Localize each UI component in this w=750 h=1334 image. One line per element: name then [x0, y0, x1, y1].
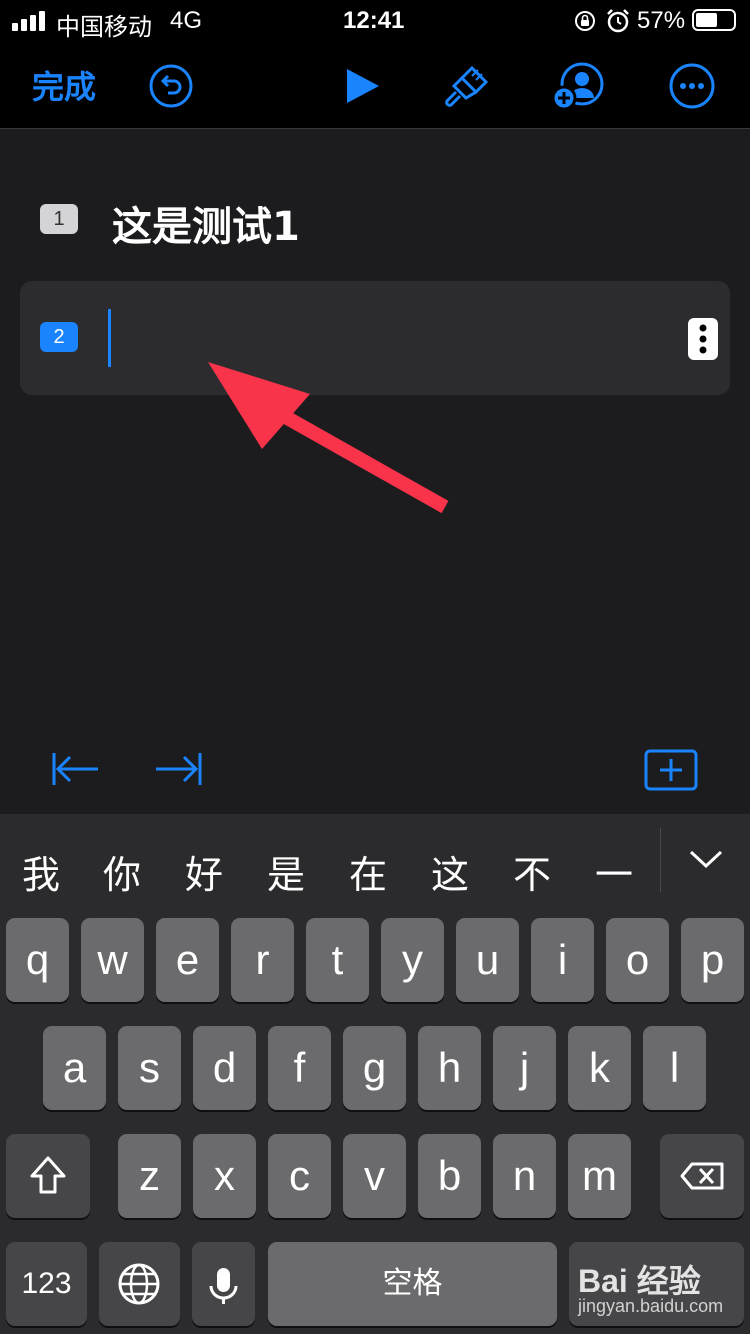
candidate-item[interactable]: 我	[22, 844, 60, 899]
battery-percent: 57%	[637, 7, 686, 34]
key-p[interactable]: p	[681, 918, 744, 1002]
key-l[interactable]: l	[643, 1026, 706, 1110]
key-j[interactable]: j	[493, 1026, 556, 1110]
candidate-item[interactable]: 这	[431, 844, 469, 899]
annotation-arrow-icon	[208, 362, 449, 514]
candidate-bar: 我 你 好 是 在 这 不 一	[0, 814, 750, 914]
row-number-badge: 1	[40, 204, 78, 234]
key-m[interactable]: m	[568, 1134, 631, 1218]
globe-key[interactable]	[99, 1242, 180, 1326]
key-i[interactable]: i	[531, 918, 594, 1002]
globe-icon	[118, 1263, 160, 1305]
shift-key[interactable]	[6, 1134, 90, 1218]
signal-icon	[12, 11, 45, 31]
numbers-key[interactable]: 123	[6, 1242, 87, 1326]
delete-key[interactable]	[660, 1134, 744, 1218]
key-h[interactable]: h	[418, 1026, 481, 1110]
key-a[interactable]: a	[43, 1026, 106, 1110]
candidate-item[interactable]: 好	[185, 844, 223, 899]
row-number-badge: 2	[40, 322, 78, 352]
row-options-icon[interactable]	[688, 318, 718, 360]
done-button[interactable]: 完成	[32, 62, 96, 108]
backspace-icon	[680, 1162, 724, 1190]
alarm-icon	[607, 9, 629, 33]
key-x[interactable]: x	[193, 1134, 256, 1218]
toolbar: 完成	[0, 42, 750, 129]
key-c[interactable]: c	[268, 1134, 331, 1218]
text-cursor	[108, 309, 111, 367]
play-icon[interactable]	[344, 67, 382, 105]
battery-icon	[692, 9, 736, 31]
row-text[interactable]: 这是测试1	[112, 194, 300, 252]
key-s[interactable]: s	[118, 1026, 181, 1110]
key-u[interactable]: u	[456, 918, 519, 1002]
outline-row-1[interactable]: 1 这是测试1	[0, 184, 750, 254]
candidate-item[interactable]: 在	[349, 844, 387, 899]
candidate-divider	[660, 828, 661, 892]
network-label: 4G	[170, 7, 203, 34]
candidate-item[interactable]: 你	[103, 844, 141, 899]
carrier-label: 中国移动	[56, 14, 152, 41]
shift-icon	[30, 1156, 66, 1194]
key-b[interactable]: b	[418, 1134, 481, 1218]
outline-editor: 1 这是测试1 2	[0, 129, 750, 814]
add-person-icon[interactable]	[552, 62, 606, 112]
more-icon[interactable]	[668, 62, 716, 110]
key-y[interactable]: y	[381, 918, 444, 1002]
candidate-item[interactable]: 是	[267, 844, 305, 899]
dictation-key[interactable]	[192, 1242, 255, 1326]
candidate-item[interactable]: 不	[513, 844, 551, 899]
baidu-watermark: Bai 经验 jingyan.baidu.com	[578, 1256, 744, 1322]
brush-icon[interactable]	[442, 64, 490, 110]
indent-icon[interactable]	[154, 749, 204, 789]
key-g[interactable]: g	[343, 1026, 406, 1110]
key-d[interactable]: d	[193, 1026, 256, 1110]
space-key[interactable]: 空格	[268, 1242, 557, 1326]
undo-icon[interactable]	[148, 63, 194, 109]
key-f[interactable]: f	[268, 1026, 331, 1110]
watermark-url: jingyan.baidu.com	[578, 1296, 724, 1316]
add-row-icon[interactable]	[644, 749, 698, 791]
rotation-lock-icon	[575, 11, 595, 31]
key-w[interactable]: w	[81, 918, 144, 1002]
key-k[interactable]: k	[568, 1026, 631, 1110]
key-e[interactable]: e	[156, 918, 219, 1002]
key-r[interactable]: r	[231, 918, 294, 1002]
key-t[interactable]: t	[306, 918, 369, 1002]
chevron-down-icon[interactable]	[688, 848, 724, 870]
key-o[interactable]: o	[606, 918, 669, 1002]
key-q[interactable]: q	[6, 918, 69, 1002]
clock: 12:41	[343, 7, 405, 34]
key-z[interactable]: z	[118, 1134, 181, 1218]
key-n[interactable]: n	[493, 1134, 556, 1218]
outdent-icon[interactable]	[52, 749, 100, 789]
candidate-item[interactable]: 一	[595, 844, 633, 899]
key-v[interactable]: v	[343, 1134, 406, 1218]
microphone-icon	[209, 1268, 238, 1304]
status-bar: 中国移动 4G 12:41 57%	[0, 0, 750, 42]
